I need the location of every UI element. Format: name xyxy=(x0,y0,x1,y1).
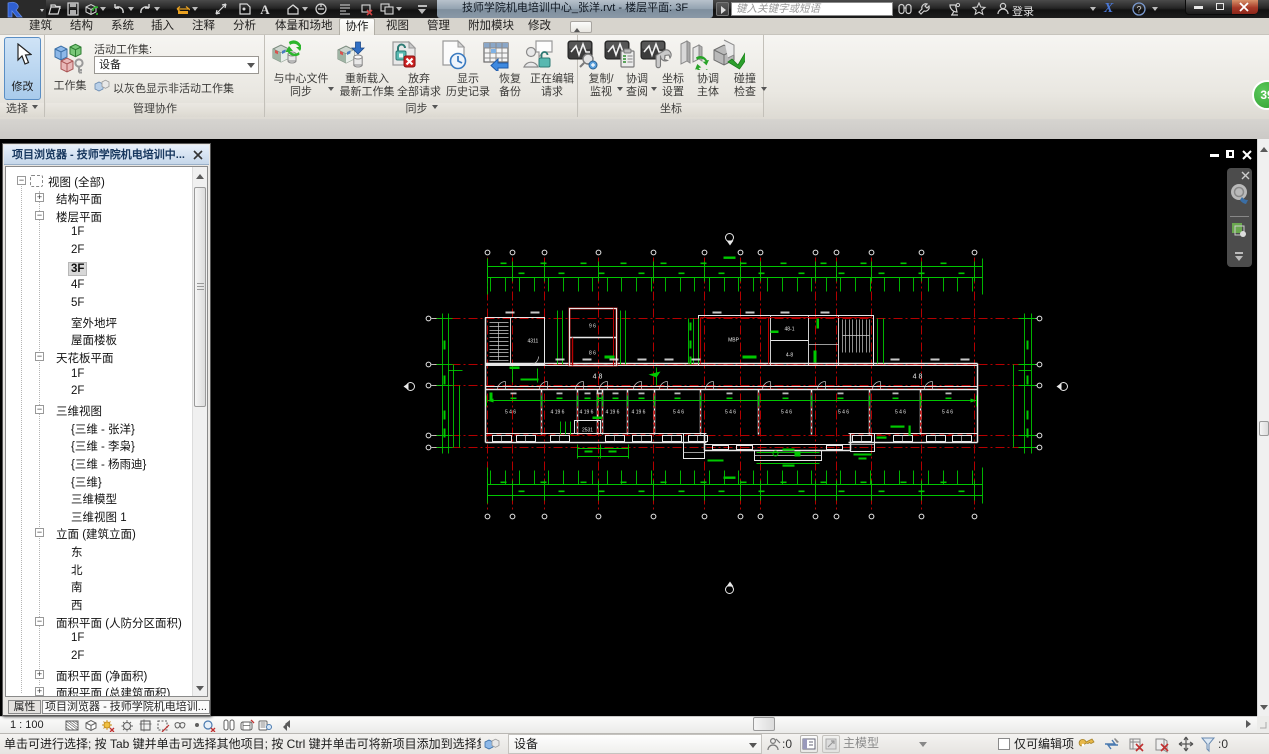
svg-text:2531: 2531 xyxy=(582,428,593,434)
svg-text:?: ? xyxy=(1136,5,1141,15)
svg-text:4311: 4311 xyxy=(528,339,539,345)
svg-text:MBP: MBP xyxy=(728,338,740,344)
svg-text:4 19 6: 4 19 6 xyxy=(632,410,646,416)
svg-text:48-1: 48-1 xyxy=(784,327,794,333)
svg-text:5 4 6: 5 4 6 xyxy=(725,410,736,416)
svg-text:4 19 6: 4 19 6 xyxy=(606,410,620,416)
svg-text:4 8: 4 8 xyxy=(593,374,603,381)
svg-text:8 6: 8 6 xyxy=(589,351,596,357)
svg-text:4 8: 4 8 xyxy=(913,374,923,381)
svg-text:5 4 6: 5 4 6 xyxy=(505,410,516,416)
svg-text:4-8: 4-8 xyxy=(786,353,793,359)
svg-text:4 19 6: 4 19 6 xyxy=(580,410,594,416)
svg-text:4 19 6: 4 19 6 xyxy=(551,410,565,416)
svg-text:9 6: 9 6 xyxy=(589,324,596,330)
svg-text:5 4 6: 5 4 6 xyxy=(895,410,906,416)
svg-text:5 4 6: 5 4 6 xyxy=(838,410,849,416)
svg-text:5 4 6: 5 4 6 xyxy=(781,410,792,416)
svg-text:5 4 6: 5 4 6 xyxy=(942,410,953,416)
svg-text:A: A xyxy=(260,2,270,16)
svg-text:5 4 6: 5 4 6 xyxy=(673,410,684,416)
